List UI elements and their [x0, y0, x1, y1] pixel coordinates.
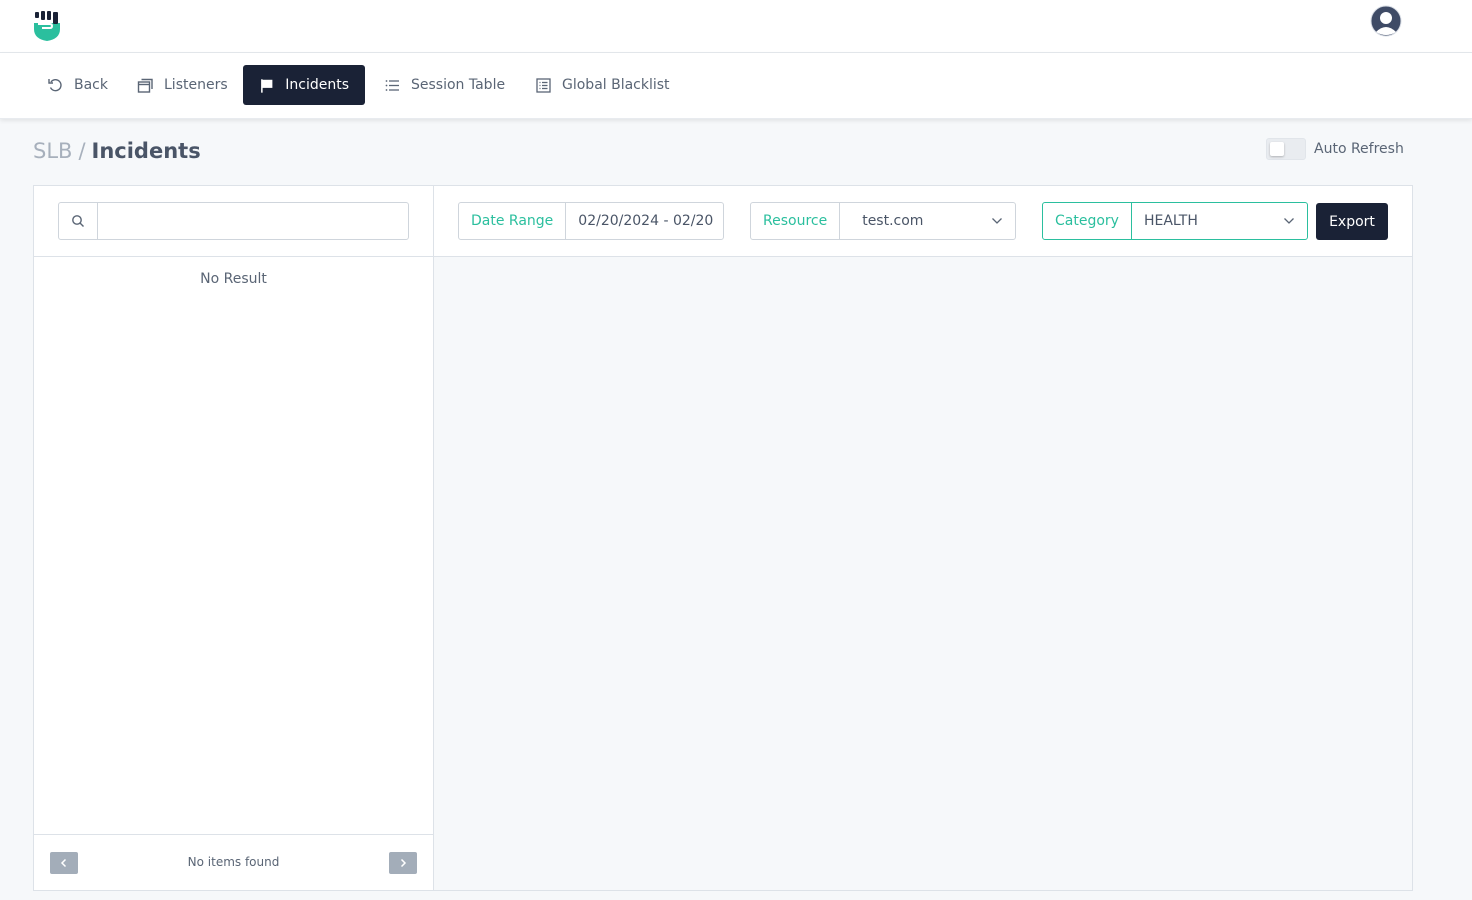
incident-detail-panel: Date Range 02/20/2024 - 02/20 Resource t…: [434, 186, 1412, 890]
pager: No items found: [34, 834, 433, 890]
top-bar: [0, 0, 1472, 53]
search-input[interactable]: [98, 203, 408, 239]
undo-icon: [48, 78, 62, 91]
nav-item-listeners[interactable]: Listeners: [121, 65, 244, 105]
windows-icon: [137, 78, 153, 93]
auto-refresh: Auto Refresh: [1266, 138, 1404, 160]
fist-shield-logo-icon[interactable]: [33, 10, 61, 41]
nav-item-label: Global Blacklist: [562, 77, 670, 93]
breadcrumb-separator: /: [78, 139, 86, 163]
category-filter[interactable]: Category HEALTH: [1042, 202, 1308, 240]
search-box: [58, 202, 409, 240]
date-range-filter[interactable]: Date Range 02/20/2024 - 02/20: [458, 202, 724, 240]
chevron-down-icon: [992, 218, 1002, 224]
date-range-value[interactable]: 02/20/2024 - 02/20: [566, 203, 723, 239]
nav-item-back[interactable]: Back: [31, 65, 124, 105]
nav-item-label: Incidents: [285, 77, 349, 93]
category-value: HEALTH: [1143, 213, 1198, 229]
empty-state-text: No Result: [200, 271, 267, 287]
chevron-down-icon: [1284, 218, 1294, 224]
resource-value: test.com: [862, 213, 924, 229]
category-label: Category: [1043, 203, 1132, 239]
resource-filter[interactable]: Resource test.com: [750, 202, 1016, 240]
filter-bar: Date Range 02/20/2024 - 02/20 Resource t…: [434, 186, 1412, 257]
flag-icon: [261, 78, 273, 93]
incident-list-panel: No Result No items found: [34, 186, 434, 890]
list-icon: [385, 79, 399, 91]
nav-item-label: Session Table: [411, 77, 506, 93]
breadcrumb: SLB / Incidents: [33, 139, 201, 163]
auto-refresh-toggle[interactable]: [1266, 138, 1306, 160]
next-page-button[interactable]: [389, 852, 417, 874]
auto-refresh-label: Auto Refresh: [1314, 141, 1404, 157]
incidents-panel: No Result No items found Date Range 02/2…: [33, 185, 1413, 891]
page-title: Incidents: [91, 139, 201, 163]
resource-select[interactable]: test.com: [840, 203, 1015, 239]
chevron-right-icon: [400, 858, 407, 868]
user-avatar-icon[interactable]: [1370, 5, 1402, 37]
resource-label: Resource: [751, 203, 841, 239]
date-range-label: Date Range: [459, 203, 567, 239]
toggle-knob: [1270, 142, 1284, 156]
search-row: [34, 186, 433, 257]
nav-item-label: Back: [74, 77, 108, 93]
nav-item-incidents[interactable]: Incidents: [243, 65, 365, 105]
table-list-icon: [536, 77, 551, 93]
nav-item-label: Listeners: [164, 77, 228, 93]
pager-status: No items found: [187, 855, 280, 869]
nav-bar: Back Listeners Incidents Session Table G…: [0, 53, 1472, 119]
category-select[interactable]: HEALTH: [1132, 203, 1307, 239]
breadcrumb-root[interactable]: SLB: [33, 139, 72, 163]
search-icon: [59, 203, 98, 239]
nav-item-global-blacklist[interactable]: Global Blacklist: [519, 65, 686, 105]
nav-item-session-table[interactable]: Session Table: [368, 65, 521, 105]
export-button[interactable]: Export: [1316, 203, 1388, 240]
